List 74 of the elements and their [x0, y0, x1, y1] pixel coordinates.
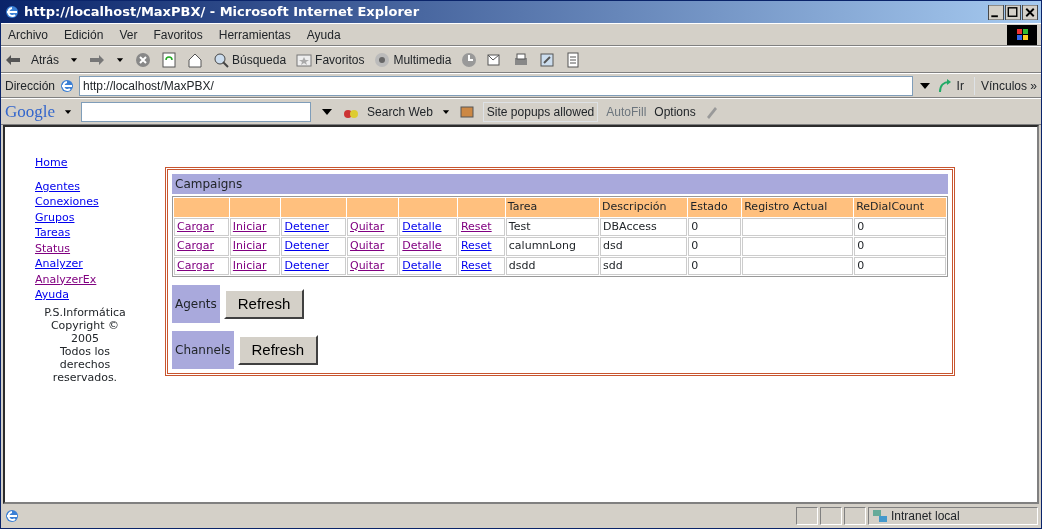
search-icon: [213, 51, 229, 68]
nav-link-item[interactable]: Home: [35, 155, 165, 171]
menu-item[interactable]: Ayuda: [303, 25, 344, 44]
edit-icon[interactable]: [539, 51, 556, 68]
table-cell: dsd: [603, 239, 623, 252]
address-field[interactable]: http://localhost/MaxPBX/: [79, 75, 913, 96]
menu-item[interactable]: Edición: [61, 25, 107, 44]
options-button[interactable]: Options: [654, 102, 696, 121]
section-label: Channels: [172, 331, 234, 369]
google-logo[interactable]: Google: [5, 98, 56, 125]
page-icon[interactable]: [4, 508, 20, 524]
address-label: Dirección: [5, 77, 55, 95]
menu-item[interactable]: Favoritos: [150, 25, 206, 44]
copyright-text: P.S.Informática Copyright © 2005 Todos los derechos reservados.: [43, 305, 127, 384]
column-header: Registro Actual: [742, 198, 854, 217]
printer-icon[interactable]: [513, 51, 530, 68]
column-header: ReDialCount: [854, 198, 946, 217]
section-label: Agents: [172, 285, 220, 323]
refresh-icon[interactable]: [161, 51, 177, 68]
nav-link-item[interactable]: Conexiones: [35, 194, 165, 210]
column-header: Estado: [688, 198, 742, 217]
document-icon[interactable]: [565, 51, 582, 68]
status-pane: [820, 507, 842, 525]
table-cell: 0: [691, 258, 699, 272]
table-cell: Test: [508, 219, 531, 233]
refresh-button[interactable]: Refresh: [237, 334, 319, 366]
window-title: http://localhost/MaxPBX/ - Microsoft Internet Explorer: [24, 3, 420, 22]
nav-link-item[interactable]: Agentes: [35, 178, 165, 194]
multimedia-button[interactable]: Multimedia: [374, 50, 452, 69]
windows-logo-icon: [1007, 24, 1037, 45]
minimize-button[interactable]: [988, 4, 1004, 20]
stop-icon[interactable]: [135, 51, 151, 68]
nav-link-item[interactable]: AnalyzerEx: [35, 271, 165, 287]
table-cell: 0: [857, 258, 865, 272]
table-cell: dsdd: [508, 258, 536, 272]
nav-link-item[interactable]: Analyzer: [35, 256, 165, 272]
go-button[interactable]: Ir: [956, 76, 970, 95]
nav-link-item[interactable]: Status: [35, 240, 165, 256]
back-button[interactable]: Atrás: [31, 50, 59, 69]
history-icon[interactable]: [461, 51, 478, 68]
browser-icon[interactable]: [4, 4, 20, 20]
table-cell: 0: [857, 219, 865, 233]
status-pane: [844, 507, 866, 525]
popups-button[interactable]: Site popups allowed: [482, 101, 599, 122]
nav-link-item[interactable]: Ayuda: [35, 287, 165, 303]
menu-item[interactable]: Archivo: [5, 25, 51, 44]
page-icon: [59, 77, 75, 94]
menu-item[interactable]: Herramientas: [215, 25, 294, 44]
table-cell: 0: [857, 239, 865, 252]
table-cell: DBAccess: [603, 219, 657, 233]
table-cell: sdd: [603, 258, 623, 272]
close-button[interactable]: [1022, 4, 1038, 20]
search-button[interactable]: Búsqueda: [213, 50, 287, 69]
favorites-button[interactable]: Favoritos: [296, 50, 365, 69]
star-folder-icon: [296, 51, 313, 68]
google-search-field[interactable]: [81, 101, 312, 122]
table-cell: 0: [691, 239, 699, 252]
search-web-button[interactable]: Search Web: [367, 102, 433, 121]
table-cell: 0: [691, 219, 699, 233]
panel-title: Campaigns: [172, 174, 948, 194]
nav-link-item[interactable]: Tareas: [35, 225, 165, 241]
refresh-button[interactable]: Refresh: [223, 288, 305, 320]
column-header: Tarea: [505, 198, 600, 217]
links-button[interactable]: Vínculos »: [973, 76, 1037, 95]
status-pane: [796, 507, 818, 525]
column-header: Descripción: [600, 198, 688, 217]
maximize-button[interactable]: [1005, 4, 1021, 20]
home-icon[interactable]: [187, 51, 203, 68]
menu-item[interactable]: Ver: [116, 25, 141, 44]
disc-icon: [374, 51, 391, 68]
network-icon: [872, 508, 888, 524]
table-cell: calumnLong: [508, 239, 576, 252]
zone-label: Intranet local: [891, 508, 960, 525]
nav-link-item[interactable]: Grupos: [35, 209, 165, 225]
